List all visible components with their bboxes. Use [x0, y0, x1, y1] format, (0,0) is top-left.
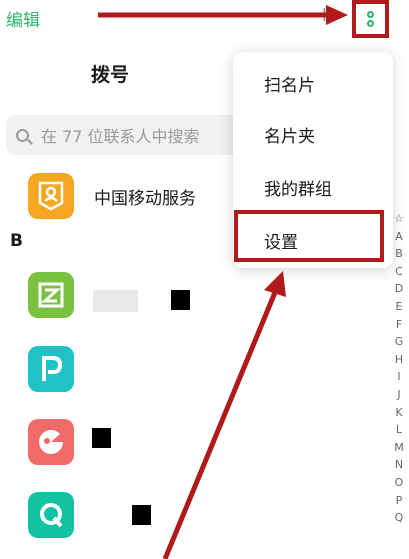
alphabet-letter[interactable]: ☆ — [389, 210, 409, 228]
edit-button[interactable]: 编辑 — [6, 6, 40, 31]
alphabet-letter[interactable]: K — [389, 404, 409, 422]
alphabet-letter[interactable]: I — [389, 368, 409, 386]
alphabet-letter[interactable]: D — [389, 280, 409, 298]
alphabet-letter[interactable]: N — [389, 456, 409, 474]
contact-row[interactable] — [28, 419, 74, 465]
alphabet-letter[interactable]: C — [389, 263, 409, 281]
contact-row[interactable] — [28, 492, 74, 538]
redacted-name — [132, 505, 151, 525]
search-icon — [16, 128, 29, 142]
arrow-to-settings — [162, 289, 279, 559]
menu-item-my-groups[interactable]: 我的群组 — [264, 175, 332, 200]
china-mobile-service-icon — [28, 173, 74, 219]
redacted-name — [92, 428, 111, 448]
contact-row[interactable]: 中国移动服务 — [28, 173, 196, 219]
more-options-button[interactable] — [352, 0, 389, 38]
section-header: B — [10, 231, 23, 251]
page-title[interactable]: 拨号 — [91, 60, 129, 87]
settings-highlight-box — [234, 210, 384, 262]
alphabet-index[interactable]: ☆ A B C D E F G H I J K L M N O P Q — [389, 210, 409, 527]
alphabet-letter[interactable]: B — [389, 245, 409, 263]
alphabet-letter[interactable]: O — [389, 474, 409, 492]
top-bar: 编辑 + — [0, 0, 409, 40]
app-z-icon — [28, 272, 74, 318]
alphabet-letter[interactable]: M — [389, 439, 409, 457]
alphabet-letter[interactable]: P — [389, 492, 409, 510]
more-vertical-icon-dot — [367, 20, 374, 27]
search-input[interactable]: 在 77 位联系人中搜索 — [41, 123, 200, 147]
app-q-icon — [28, 492, 74, 538]
redacted-name — [93, 290, 138, 312]
app-p-icon — [28, 346, 74, 392]
alphabet-letter[interactable]: G — [389, 333, 409, 351]
alphabet-letter[interactable]: H — [389, 351, 409, 369]
more-vertical-icon — [367, 11, 374, 18]
menu-item-card-holder[interactable]: 名片夹 — [264, 122, 315, 147]
arrow-head — [264, 271, 286, 297]
contact-row[interactable] — [28, 346, 74, 392]
redacted-name — [171, 290, 190, 310]
contact-row[interactable] — [28, 272, 74, 318]
alphabet-letter[interactable]: L — [389, 421, 409, 439]
alphabet-letter[interactable]: J — [389, 386, 409, 404]
alphabet-letter[interactable]: Q — [389, 509, 409, 527]
alphabet-letter[interactable]: F — [389, 316, 409, 334]
add-contact-button[interactable]: + — [316, 2, 333, 26]
alphabet-letter[interactable]: E — [389, 298, 409, 316]
menu-item-scan-card[interactable]: 扫名片 — [264, 71, 315, 96]
alphabet-letter[interactable]: A — [389, 228, 409, 246]
app-game-icon — [28, 419, 74, 465]
contact-name: 中国移动服务 — [94, 188, 196, 209]
